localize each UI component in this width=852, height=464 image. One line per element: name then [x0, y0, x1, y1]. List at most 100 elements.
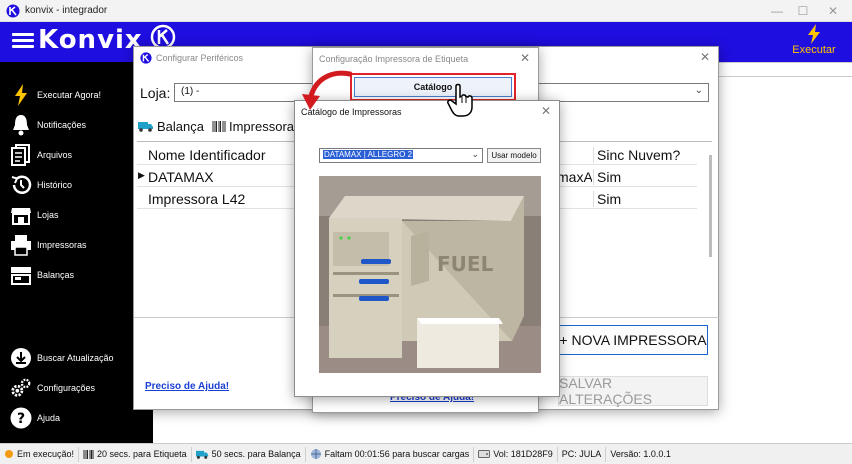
- status-version: Versão: 1.0.0.1: [606, 447, 675, 462]
- sidebar-item-label: Impressoras: [37, 240, 87, 250]
- sidebar-item-label: Configurações: [37, 383, 96, 393]
- sidebar-item-label: Executar Agora!: [37, 90, 102, 100]
- new-printer-button[interactable]: + NOVA IMPRESSORA: [558, 325, 708, 355]
- status-volume-text: Vol: 181D28F9: [493, 449, 553, 459]
- status-version-text: Versão: 1.0.0.1: [610, 449, 671, 459]
- tab-scale[interactable]: Balança: [138, 119, 204, 134]
- hand-cursor-icon: [447, 83, 473, 117]
- peripherals-dialog-title: Configurar Periféricos: [156, 53, 244, 63]
- sidebar-item-label: Lojas: [37, 210, 59, 220]
- sidebar-item-label: Balanças: [37, 270, 75, 280]
- close-icon[interactable]: ✕: [700, 50, 710, 64]
- close-icon[interactable]: ✕: [520, 51, 530, 65]
- close-icon[interactable]: ✕: [541, 104, 551, 118]
- tab-printers[interactable]: Impressoras: [212, 119, 301, 134]
- history-icon: [10, 174, 32, 196]
- status-running: Em execução!: [0, 446, 80, 462]
- sidebar-item-settings[interactable]: Configurações: [10, 377, 95, 399]
- help-link[interactable]: Preciso de Ajuda!: [145, 381, 229, 392]
- app-logo-icon: [6, 4, 20, 17]
- sidebar-item-printers[interactable]: Impressoras: [10, 234, 87, 256]
- svg-text:?: ?: [17, 411, 25, 427]
- photo-brand-text: FUEL: [437, 252, 494, 276]
- execute-button[interactable]: Executar: [784, 22, 844, 62]
- files-icon: [10, 144, 32, 166]
- status-running-text: Em execução!: [17, 449, 75, 459]
- download-icon: [10, 347, 32, 369]
- printer-catalog-dialog: Catálogo de Impressoras ✕ DATAMAX | ALLE…: [294, 100, 560, 397]
- status-label-interval-text: 20 secs. para Etiqueta: [97, 449, 187, 459]
- window-titlebar: konvix - integrador — ☐ ✕: [0, 0, 852, 22]
- label-printer-dialog-title: Configuração Impressora de Etiqueta: [319, 54, 469, 64]
- globe-icon: [310, 449, 321, 459]
- status-remaining-text: Faltam 00:01:56 para buscar cargas: [324, 449, 470, 459]
- sidebar-item-stores[interactable]: Lojas: [10, 204, 59, 226]
- status-pc-text: PC: JULA: [561, 449, 602, 459]
- brand-logo: Konvix: [38, 25, 143, 55]
- sidebar-item-label: Ajuda: [37, 413, 61, 423]
- printer-photo: FUEL: [319, 176, 541, 373]
- sun-icon: [5, 450, 13, 458]
- sidebar-item-label: Buscar Atualização: [37, 353, 114, 363]
- row-sync: Sim: [593, 169, 621, 185]
- sidebar-item-execute[interactable]: Executar Agora!: [10, 84, 101, 106]
- sidebar-item-scales[interactable]: Balanças: [10, 264, 74, 286]
- chevron-down-icon: ⌄: [694, 85, 703, 96]
- catalog-button[interactable]: Catálogo: [354, 77, 512, 97]
- scale-icon: [10, 264, 32, 286]
- gears-icon: [10, 377, 32, 399]
- sidebar-item-label: Notificações: [37, 120, 87, 130]
- maximize-button[interactable]: ☐: [788, 0, 818, 22]
- row-model: maxA: [557, 169, 592, 185]
- sidebar-item-update[interactable]: Buscar Atualização: [10, 347, 114, 369]
- pointer-arrow-icon: [302, 70, 353, 110]
- bell-icon: [10, 114, 32, 136]
- background-grid: [700, 62, 852, 77]
- store-label: Loja:: [140, 85, 171, 101]
- sidebar-item-label: Histórico: [37, 180, 73, 190]
- status-label-interval: 20 secs. para Etiqueta: [79, 446, 192, 462]
- peripheral-tabs: Balança Impressoras: [138, 119, 309, 134]
- model-select-value: DATAMAX | ALLEGRO 2: [323, 150, 414, 159]
- drive-icon: [478, 450, 491, 458]
- lightning-icon: [808, 24, 820, 44]
- truck-icon: [138, 122, 153, 132]
- lightning-icon: [10, 84, 32, 106]
- row-name: Impressora L42: [148, 191, 246, 207]
- printer-icon: [10, 234, 32, 256]
- help-icon: ?: [10, 407, 32, 429]
- store-select-value: (1) -: [181, 86, 200, 97]
- save-changes-button[interactable]: SALVAR ALTERAÇÕES: [558, 375, 708, 407]
- use-model-button[interactable]: Usar modelo: [487, 148, 541, 163]
- status-scale-interval: 50 secs. para Balança: [192, 446, 306, 462]
- sidebar-item-help[interactable]: ? Ajuda: [10, 407, 60, 429]
- status-volume: Vol: 181D28F9: [474, 446, 558, 462]
- status-scale-interval-text: 50 secs. para Balança: [211, 449, 301, 459]
- column-header-sync[interactable]: Sinc Nuvem?: [593, 147, 680, 163]
- window-title: konvix - integrador: [25, 5, 108, 16]
- row-name: DATAMAX: [148, 169, 214, 185]
- close-window-button[interactable]: ✕: [818, 0, 848, 22]
- menu-hamburger-icon[interactable]: [12, 30, 34, 52]
- tab-label: Balança: [157, 119, 204, 134]
- column-header-name[interactable]: Nome Identificador: [148, 147, 266, 163]
- status-bar: Em execução! 20 secs. para Etiqueta 50 s…: [0, 443, 852, 464]
- catalog-highlight: Catálogo: [350, 73, 516, 101]
- row-selected-marker: ▶: [138, 170, 145, 180]
- truck-icon: [195, 450, 208, 459]
- execute-label: Executar: [792, 44, 836, 56]
- status-pc: PC: JULA: [558, 446, 607, 462]
- sidebar-item-history[interactable]: Histórico: [10, 174, 72, 196]
- app-logo-icon: [140, 52, 152, 64]
- sidebar-item-files[interactable]: Arquivos: [10, 144, 72, 166]
- chevron-down-icon: ⌄: [471, 149, 479, 159]
- sidebar: Executar Agora! Notificações Arquivos Hi…: [0, 62, 153, 443]
- store-icon: [10, 204, 32, 226]
- row-sync: Sim: [593, 191, 621, 207]
- model-select[interactable]: DATAMAX | ALLEGRO 2 ⌄: [319, 148, 483, 163]
- barcode-icon: [212, 121, 226, 132]
- sidebar-item-notifications[interactable]: Notificações: [10, 114, 86, 136]
- tab-label: Impressoras: [228, 119, 301, 134]
- sidebar-item-label: Arquivos: [37, 150, 73, 160]
- table-scrollbar[interactable]: [709, 155, 712, 257]
